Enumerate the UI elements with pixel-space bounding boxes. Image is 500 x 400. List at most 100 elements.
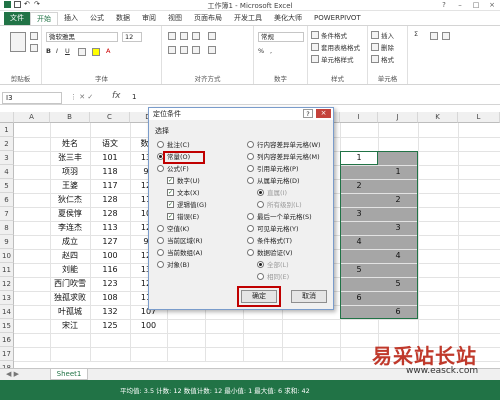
column-header[interactable]: L bbox=[458, 112, 500, 123]
help-icon[interactable]: ? bbox=[436, 0, 452, 10]
radio-right-0[interactable]: 行内容差异单元格(W) bbox=[247, 139, 321, 149]
table-cell[interactable]: 100 bbox=[130, 319, 167, 333]
row-header[interactable]: 17 bbox=[0, 347, 14, 361]
table-cell[interactable]: 132 bbox=[90, 305, 130, 319]
align-left-icon[interactable] bbox=[168, 46, 176, 54]
table-cell[interactable]: 128 bbox=[90, 207, 130, 221]
conditional-format-button[interactable]: 条件格式 bbox=[311, 30, 347, 40]
minimize-button[interactable]: – bbox=[452, 0, 468, 10]
row-header[interactable]: 13 bbox=[0, 291, 14, 305]
row-header[interactable]: 2 bbox=[0, 137, 14, 151]
radio-left-9[interactable]: 当前数组(A) bbox=[157, 247, 203, 257]
table-cell[interactable]: 108 bbox=[90, 291, 130, 305]
table-cell[interactable]: 101 bbox=[90, 151, 130, 165]
align-middle-icon[interactable] bbox=[180, 32, 188, 40]
table-cell[interactable]: 123 bbox=[90, 277, 130, 291]
font-size-select[interactable]: 12 bbox=[122, 32, 142, 42]
radio-right-10[interactable]: 全部(L) bbox=[257, 259, 289, 269]
row-header[interactable]: 14 bbox=[0, 305, 14, 319]
checkbox-left-3[interactable]: ✓ 数字(U) bbox=[167, 175, 200, 185]
tab-data[interactable]: 数据 bbox=[110, 12, 136, 25]
column-header[interactable]: B bbox=[50, 112, 90, 123]
cancel-button[interactable]: 取消 bbox=[291, 290, 327, 303]
radio-right-6[interactable]: 最后一个单元格(S) bbox=[247, 211, 312, 221]
copy-icon[interactable] bbox=[30, 44, 38, 52]
percent-button[interactable]: % bbox=[258, 47, 264, 55]
table-cell[interactable]: 125 bbox=[90, 319, 130, 333]
checkbox-left-5[interactable]: ✓ 逻辑值(G) bbox=[167, 199, 207, 209]
table-cell[interactable]: 语文 bbox=[90, 137, 130, 151]
sort-filter-icon[interactable] bbox=[430, 32, 438, 40]
table-cell[interactable]: 西门吹雪 bbox=[50, 277, 90, 291]
row-header[interactable]: 5 bbox=[0, 179, 14, 193]
table-cell[interactable]: 128 bbox=[90, 193, 130, 207]
tab-insert[interactable]: 插入 bbox=[58, 12, 84, 25]
row-header[interactable]: 15 bbox=[0, 319, 14, 333]
tab-home[interactable]: 开始 bbox=[30, 12, 58, 25]
sheet-tab[interactable]: Sheet1 bbox=[50, 369, 88, 380]
align-bottom-icon[interactable] bbox=[192, 32, 200, 40]
row-header[interactable]: 6 bbox=[0, 193, 14, 207]
comma-button[interactable]: , bbox=[270, 47, 272, 55]
font-color-icon[interactable]: A bbox=[106, 47, 110, 55]
table-cell[interactable]: 项羽 bbox=[50, 165, 90, 179]
row-header[interactable]: 12 bbox=[0, 277, 14, 291]
table-cell[interactable]: 成立 bbox=[50, 235, 90, 249]
wrap-text-icon[interactable] bbox=[208, 32, 216, 40]
table-cell[interactable]: 127 bbox=[90, 235, 130, 249]
row-header[interactable]: 16 bbox=[0, 333, 14, 347]
fx-icon[interactable]: fx bbox=[112, 91, 121, 101]
table-cell[interactable]: 113 bbox=[90, 221, 130, 235]
table-cell[interactable]: 116 bbox=[90, 263, 130, 277]
tab-view[interactable]: 视图 bbox=[162, 12, 188, 25]
font-name-select[interactable]: 微软雅黑 bbox=[46, 32, 118, 42]
tab-review[interactable]: 审阅 bbox=[136, 12, 162, 25]
table-cell[interactable]: 宋江 bbox=[50, 319, 90, 333]
table-cell[interactable]: 100 bbox=[90, 249, 130, 263]
tab-page-layout[interactable]: 页面布局 bbox=[188, 12, 228, 25]
align-top-icon[interactable] bbox=[168, 32, 176, 40]
table-cell[interactable]: 李连杰 bbox=[50, 221, 90, 235]
row-header[interactable]: 3 bbox=[0, 151, 14, 165]
cut-icon[interactable] bbox=[30, 32, 38, 40]
sheet-nav-icon[interactable]: ◀ ▶ bbox=[6, 370, 19, 378]
checkbox-left-6[interactable]: ✓ 错误(E) bbox=[167, 211, 199, 221]
number-format-select[interactable]: 常规 bbox=[258, 32, 304, 42]
table-cell[interactable]: 夏侯惇 bbox=[50, 207, 90, 221]
table-cell[interactable]: 姓名 bbox=[50, 137, 90, 151]
close-button[interactable]: × bbox=[484, 0, 500, 10]
radio-left-10[interactable]: 对象(B) bbox=[157, 259, 190, 269]
table-format-button[interactable]: 套用表格格式 bbox=[311, 42, 360, 52]
format-cells-button[interactable]: 格式 bbox=[371, 54, 394, 64]
row-header[interactable]: 8 bbox=[0, 221, 14, 235]
column-header[interactable]: I bbox=[340, 112, 378, 123]
table-cell[interactable]: 赵四 bbox=[50, 249, 90, 263]
table-cell[interactable]: 王婆 bbox=[50, 179, 90, 193]
delete-cells-button[interactable]: 删除 bbox=[371, 42, 394, 52]
table-cell[interactable]: 118 bbox=[90, 165, 130, 179]
insert-cells-button[interactable]: 插入 bbox=[371, 30, 394, 40]
bold-button[interactable]: B bbox=[46, 47, 51, 55]
radio-left-2[interactable]: 公式(F) bbox=[157, 163, 189, 173]
dialog-help-button[interactable]: ? bbox=[303, 109, 313, 118]
radio-right-11[interactable]: 相同(E) bbox=[257, 271, 289, 281]
radio-right-9[interactable]: 数据验证(V) bbox=[247, 247, 293, 257]
italic-button[interactable]: I bbox=[56, 47, 58, 55]
merge-icon[interactable] bbox=[208, 46, 216, 54]
maximize-button[interactable]: □ bbox=[468, 0, 484, 10]
table-cell[interactable]: 叶孤城 bbox=[50, 305, 90, 319]
find-select-icon[interactable] bbox=[442, 32, 450, 40]
column-header[interactable]: A bbox=[14, 112, 50, 123]
tab-file[interactable]: 文件 bbox=[4, 12, 30, 25]
radio-right-8[interactable]: 条件格式(T) bbox=[247, 235, 292, 245]
row-header[interactable]: 7 bbox=[0, 207, 14, 221]
radio-left-7[interactable]: 空值(K) bbox=[157, 223, 189, 233]
radio-right-2[interactable]: 引用单元格(P) bbox=[247, 163, 299, 173]
row-header[interactable]: 4 bbox=[0, 165, 14, 179]
tab-beautify[interactable]: 美化大师 bbox=[268, 12, 308, 25]
row-header[interactable]: 9 bbox=[0, 235, 14, 249]
tab-developer[interactable]: 开发工具 bbox=[228, 12, 268, 25]
table-cell[interactable]: 狄仁杰 bbox=[50, 193, 90, 207]
fill-color-icon[interactable] bbox=[92, 48, 100, 56]
table-cell[interactable]: 117 bbox=[90, 179, 130, 193]
